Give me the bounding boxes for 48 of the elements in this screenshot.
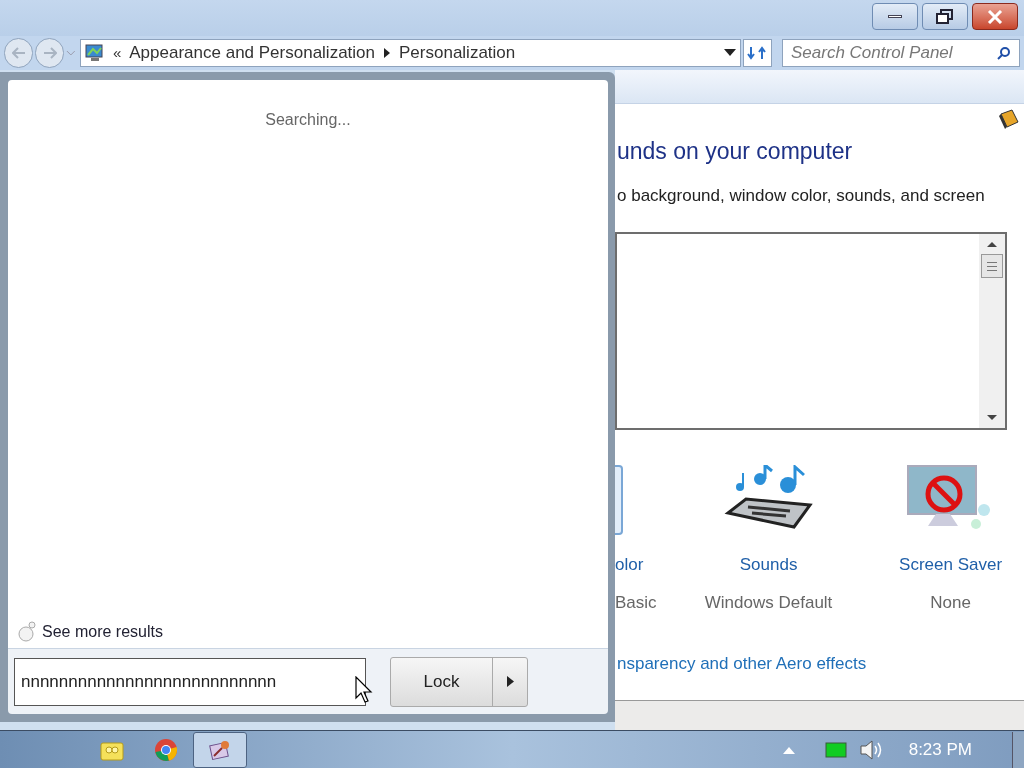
taskbar-app-button[interactable] <box>193 731 247 768</box>
search-icon[interactable] <box>997 46 1011 60</box>
scrollbar[interactable] <box>979 234 1005 428</box>
breadcrumb-item[interactable]: Personalization <box>399 40 516 66</box>
back-arrow-icon <box>11 47 26 59</box>
item-value: Basic <box>615 591 657 614</box>
searching-status: Searching... <box>265 110 351 130</box>
close-icon <box>987 9 1003 24</box>
search-input[interactable]: nnnnnnnnnnnnnnnnnnnnnnnnnnn <box>21 668 359 695</box>
close-button[interactable] <box>972 3 1018 30</box>
mouse-cursor-icon <box>355 676 375 704</box>
theme-list[interactable] <box>615 232 1007 430</box>
start-search-field[interactable]: nnnnnnnnnnnnnnnnnnnnnnnnnnn <box>14 657 366 706</box>
scrollbar-thumb[interactable] <box>981 254 1003 278</box>
page-heading: unds on your computer <box>616 137 854 166</box>
address-bar[interactable]: « Appearance and Personalization Personalization <box>79 39 741 67</box>
item-title-link[interactable]: Sounds <box>739 552 798 578</box>
speaker-icon[interactable] <box>858 738 883 761</box>
overflow-mark[interactable]: « <box>112 41 122 65</box>
restore-button[interactable] <box>922 3 968 30</box>
control-panel-icon <box>84 44 105 62</box>
arrow-right-icon <box>506 676 514 687</box>
description-text: o background, window color, sounds, and screen <box>616 184 986 207</box>
restore-icon <box>936 8 954 25</box>
see-more-results-link[interactable]: See more results <box>42 620 163 644</box>
breadcrumb-item[interactable]: Appearance and Personalization <box>129 40 375 66</box>
item-value: Windows Default <box>704 591 833 614</box>
search-input[interactable]: Search Control Panel <box>791 40 997 66</box>
scroll-up-icon[interactable] <box>986 240 998 248</box>
refresh-button[interactable] <box>742 39 772 67</box>
scroll-down-icon[interactable] <box>986 414 998 422</box>
browser-icon <box>154 737 178 762</box>
dropdown-arrow-icon[interactable] <box>723 49 736 57</box>
show-desktop-button[interactable] <box>1012 731 1024 768</box>
chevron-right-icon[interactable] <box>383 47 391 59</box>
item-value: None <box>930 591 971 614</box>
search-bubbles-icon <box>16 621 38 643</box>
refresh-icon <box>747 45 768 61</box>
forward-arrow-icon <box>42 47 57 59</box>
search-field[interactable]: Search Control Panel <box>782 39 1020 67</box>
help-book-icon[interactable] <box>998 108 1020 130</box>
item-title-link[interactable]: olor <box>615 552 644 578</box>
minimize-button[interactable] <box>872 3 918 30</box>
lock-button[interactable]: Lock <box>391 657 493 706</box>
item-title-link[interactable]: Screen Saver <box>899 552 1003 578</box>
show-hidden-icons-icon[interactable] <box>782 745 795 754</box>
theme-item-edge[interactable] <box>615 465 623 535</box>
aero-effects-link[interactable]: nsparency and other Aero effects <box>615 651 1024 677</box>
